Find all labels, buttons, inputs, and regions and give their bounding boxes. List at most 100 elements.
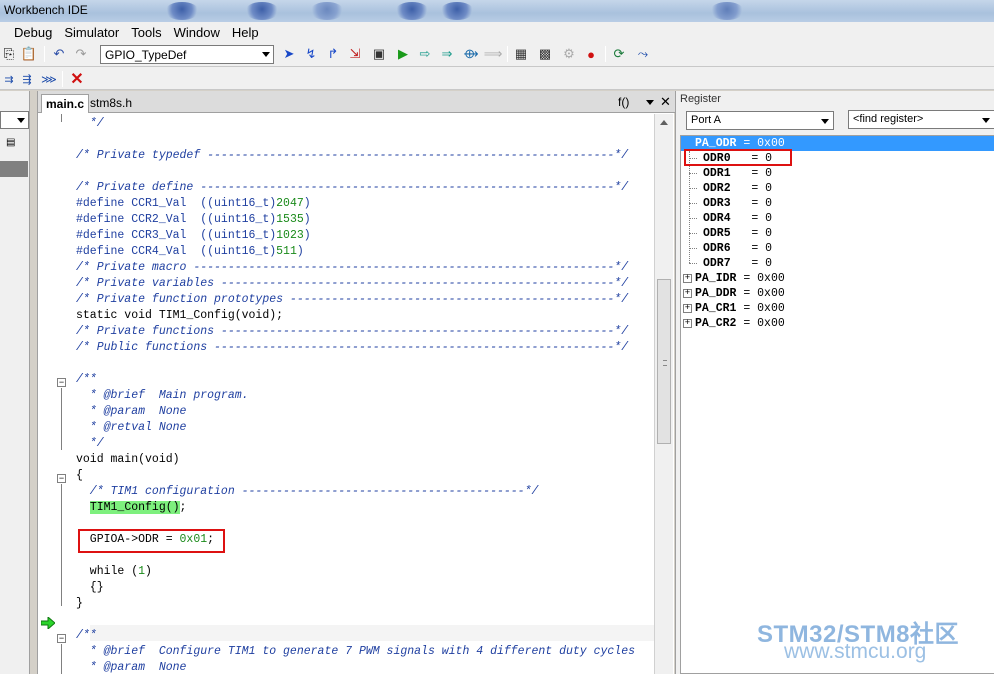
tab-stm8s-h[interactable]: stm8s.h: [86, 94, 136, 113]
run-to-cursor-icon[interactable]: ⇲: [346, 46, 364, 62]
restart-icon[interactable]: ⟳: [610, 46, 628, 62]
code-line[interactable]: /* Public functions --------------------…: [76, 340, 628, 356]
register-value[interactable]: 0: [765, 167, 772, 180]
register-row-odr5[interactable]: ODR5 = 0: [681, 226, 772, 241]
register-row-pa-cr1[interactable]: PA_CR1 = 0x00: [681, 301, 785, 316]
code-line[interactable]: /* Private variables -------------------…: [76, 276, 628, 292]
menu-item-debug[interactable]: Debug: [8, 25, 58, 40]
code-line[interactable]: /* Private function prototypes ---------…: [76, 292, 628, 308]
code-area[interactable]: */ /* Private typedef -------------------…: [76, 114, 656, 674]
register-value[interactable]: 0: [765, 182, 772, 195]
clear-breakpoints-icon[interactable]: ⋙: [40, 71, 58, 87]
menu-item-tools[interactable]: Tools: [125, 25, 167, 40]
register-value[interactable]: 0: [765, 197, 772, 210]
fold-collapse-icon[interactable]: −: [57, 474, 66, 483]
next-instr-icon[interactable]: ⟹: [484, 46, 503, 62]
register-row-odr1[interactable]: ODR1 = 0: [681, 166, 772, 181]
register-icon[interactable]: ▩: [536, 46, 554, 62]
paste-icon[interactable]: 📋: [20, 46, 38, 62]
code-line[interactable]: /**: [76, 372, 97, 388]
code-line[interactable]: /* Private define ----------------------…: [76, 180, 628, 196]
code-line[interactable]: TIM1_Config();: [76, 500, 186, 516]
code-line[interactable]: #define CCR3_Val ((uint16_t)1023): [76, 228, 311, 244]
register-value[interactable]: 0: [765, 227, 772, 240]
code-line[interactable]: /**: [76, 628, 97, 644]
code-line[interactable]: * @brief Configure TIM1 to generate 7 PW…: [76, 644, 635, 660]
go-icon[interactable]: ▶: [394, 46, 412, 62]
code-line[interactable]: #define CCR4_Val ((uint16_t)511): [76, 244, 304, 260]
register-value[interactable]: 0x00: [757, 302, 785, 315]
stop-icon[interactable]: ●: [582, 46, 600, 62]
code-line[interactable]: static void TIM1_Config(void);: [76, 308, 283, 324]
undo-icon[interactable]: ↶: [50, 46, 68, 62]
code-line[interactable]: * @brief Main program.: [76, 388, 249, 404]
register-value[interactable]: 0x00: [757, 287, 785, 300]
code-line[interactable]: * @retval None: [76, 420, 187, 436]
scroll-thumb[interactable]: [657, 279, 671, 444]
delete-icon[interactable]: ✕: [68, 71, 86, 88]
register-row-pa-ddr[interactable]: PA_DDR = 0x00: [681, 286, 785, 301]
code-line[interactable]: }: [76, 596, 83, 612]
tab-main-c[interactable]: main.c: [41, 94, 90, 113]
find-register-combo[interactable]: <find register>: [848, 110, 994, 129]
breakpoint-gutter[interactable]: [38, 114, 56, 674]
code-line[interactable]: */: [76, 116, 104, 132]
workspace-icon[interactable]: ▤: [6, 137, 15, 148]
menu-item-help[interactable]: Help: [226, 25, 265, 40]
chevron-down-icon[interactable]: [646, 100, 654, 105]
left-combo[interactable]: [0, 111, 29, 129]
menu-item-window[interactable]: Window: [168, 25, 226, 40]
function-combo[interactable]: GPIO_TypeDef: [100, 45, 274, 64]
step-into-icon[interactable]: ➤: [280, 46, 298, 62]
scroll-up-icon[interactable]: [660, 120, 668, 125]
code-line[interactable]: #define CCR1_Val ((uint16_t)2047): [76, 196, 311, 212]
code-line[interactable]: void main(void): [76, 452, 180, 468]
code-line[interactable]: /* Private typedef ---------------------…: [76, 148, 628, 164]
memory-icon[interactable]: ▦: [512, 46, 530, 62]
register-value[interactable]: 0: [765, 257, 772, 270]
editor-scrollbar[interactable]: [654, 114, 673, 674]
register-row-odr4[interactable]: ODR4 = 0: [681, 211, 772, 226]
close-icon[interactable]: ✕: [660, 94, 671, 110]
menu-item-simulator[interactable]: Simulator: [58, 25, 125, 40]
register-row-pa-cr2[interactable]: PA_CR2 = 0x00: [681, 316, 785, 331]
code-line[interactable]: while (1): [76, 564, 152, 580]
redo-icon[interactable]: ↷: [72, 46, 90, 62]
next-icon[interactable]: ⇒: [438, 46, 456, 62]
register-row-odr2[interactable]: ODR2 = 0: [681, 181, 772, 196]
code-line[interactable]: /* TIM1 configuration ------------------…: [76, 484, 539, 500]
disassembly-icon[interactable]: ▣: [370, 46, 388, 62]
code-line[interactable]: * @param None: [76, 660, 187, 674]
break-all-icon[interactable]: ⇶: [18, 71, 36, 87]
left-panel-selected-item[interactable]: [0, 161, 28, 177]
register-value[interactable]: 0: [765, 212, 772, 225]
breakpoint-icon[interactable]: ⇉: [0, 71, 18, 87]
register-tree[interactable]: −PA_ODR = 0x00ODR0 = 0ODR1 = 0ODR2 = 0OD…: [680, 135, 994, 674]
register-row-pa-idr[interactable]: PA_IDR = 0x00: [681, 271, 785, 286]
step-instr-icon[interactable]: ⟴: [462, 46, 480, 62]
fold-collapse-icon[interactable]: −: [57, 634, 66, 643]
register-value[interactable]: 0: [765, 242, 772, 255]
copy-icon[interactable]: ⎘: [0, 46, 18, 62]
code-line[interactable]: {}: [76, 580, 104, 596]
code-line[interactable]: * @param None: [76, 404, 187, 420]
reset-icon[interactable]: ⤳: [634, 46, 652, 62]
register-value[interactable]: 0x00: [757, 272, 785, 285]
fold-collapse-icon[interactable]: −: [57, 378, 66, 387]
step-over-icon[interactable]: ↯: [302, 46, 320, 62]
step-icon[interactable]: ⇨: [416, 46, 434, 62]
register-row-odr7[interactable]: ODR7 = 0: [681, 256, 772, 271]
code-line[interactable]: #define CCR2_Val ((uint16_t)1535): [76, 212, 311, 228]
function-indicator[interactable]: f(): [618, 95, 629, 109]
code-line[interactable]: */: [76, 436, 104, 452]
peripheral-icon[interactable]: ⚙: [560, 46, 578, 62]
register-row-odr3[interactable]: ODR3 = 0: [681, 196, 772, 211]
code-line[interactable]: /* Private functions -------------------…: [76, 324, 628, 340]
code-line[interactable]: /* Private macro -----------------------…: [76, 260, 628, 276]
code-line[interactable]: {: [76, 468, 83, 484]
register-row-odr6[interactable]: ODR6 = 0: [681, 241, 772, 256]
port-combo[interactable]: Port A: [686, 111, 834, 130]
step-out-icon[interactable]: ↱: [324, 46, 342, 62]
register-value[interactable]: 0x00: [757, 317, 785, 330]
equals-sign: =: [736, 272, 758, 285]
